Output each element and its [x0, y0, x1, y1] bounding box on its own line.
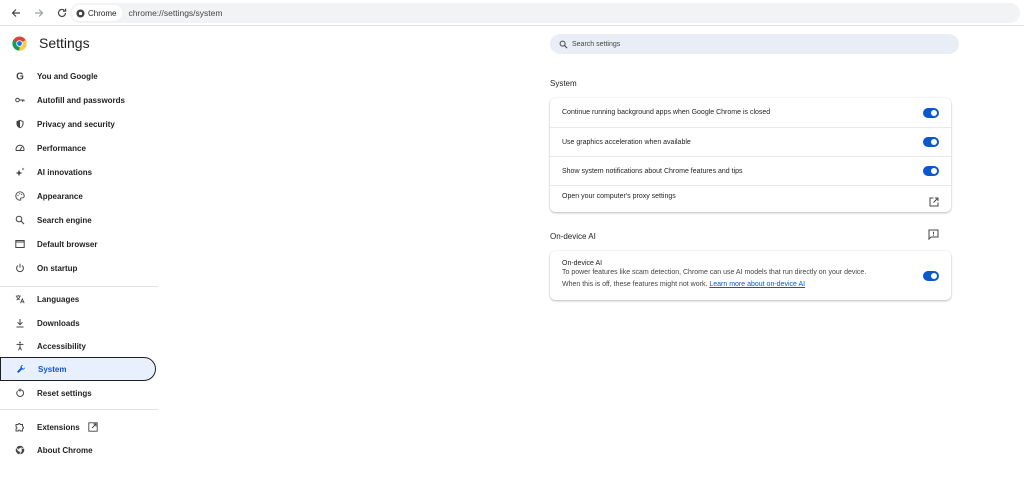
- sidebar-item-autofill[interactable]: Autofill and passwords: [0, 88, 156, 112]
- sidebar-item-languages[interactable]: Languages: [0, 287, 156, 311]
- url-text: chrome://settings/system: [128, 8, 223, 18]
- graphics-acceleration-toggle[interactable]: [923, 137, 939, 147]
- sidebar-item-label: Appearance: [37, 191, 83, 201]
- sidebar-item-accessibility[interactable]: Accessibility: [0, 334, 156, 358]
- sidebar-item-performance[interactable]: Performance: [0, 136, 156, 160]
- description-line-2: When this is off, these features might n…: [562, 281, 708, 288]
- svg-text:G: G: [16, 72, 24, 82]
- address-bar[interactable]: Chrome chrome://settings/system: [70, 3, 1020, 23]
- back-button[interactable]: [5, 2, 27, 24]
- sparkle-icon: [14, 166, 26, 178]
- on-device-ai-toggle[interactable]: [923, 270, 939, 281]
- section-title-on-device-ai: On-device AI: [550, 232, 596, 241]
- sidebar-item-label: Extensions: [37, 422, 80, 432]
- learn-more-link[interactable]: Learn more about on-device AI: [709, 281, 805, 288]
- sidebar-item-label: Reset settings: [37, 388, 92, 398]
- speedometer-icon: [14, 142, 26, 154]
- site-chip-label: Chrome: [88, 8, 117, 18]
- wrench-icon: [15, 363, 27, 375]
- sidebar-item-label: On startup: [37, 263, 78, 273]
- sidebar-item-ai-innovations[interactable]: AI innovations: [0, 160, 156, 184]
- sidebar-item-label: Default browser: [37, 239, 98, 249]
- chrome-logo-icon: [12, 36, 27, 51]
- browser-window-icon: [14, 238, 26, 250]
- sidebar-item-downloads[interactable]: Downloads: [0, 311, 156, 335]
- background-apps-toggle[interactable]: [923, 107, 939, 118]
- on-device-ai-description: To power features like scam detection, C…: [562, 267, 901, 291]
- sidebar-item-search-engine[interactable]: Search engine: [0, 208, 156, 232]
- sidebar-item-label: Languages: [37, 294, 80, 304]
- palette-icon: [14, 190, 26, 202]
- setting-label: Continue running background apps when Go…: [562, 109, 771, 116]
- back-arrow-icon: [11, 8, 20, 17]
- sidebar-item-label: You and Google: [37, 71, 98, 81]
- sidebar-item-about-chrome[interactable]: About Chrome: [0, 438, 156, 462]
- section-title-system: System: [550, 79, 577, 88]
- system-notifications-toggle[interactable]: [923, 166, 939, 176]
- on-device-ai-card: On-device AI To power features like scam…: [550, 251, 951, 300]
- google-g-icon: G: [14, 70, 26, 82]
- sidebar-item-label: Privacy and security: [37, 119, 115, 129]
- puzzle-icon: [14, 421, 26, 433]
- forward-arrow-icon: [35, 8, 44, 17]
- search-placeholder: Search settings: [572, 40, 621, 48]
- key-icon: [14, 94, 26, 106]
- sidebar-item-privacy[interactable]: Privacy and security: [0, 112, 156, 136]
- accessibility-icon: [14, 340, 26, 352]
- sidebar-item-label: Search engine: [37, 215, 92, 225]
- setting-row-on-device-ai[interactable]: On-device AI To power features like scam…: [550, 251, 951, 300]
- search-icon: [14, 214, 26, 226]
- sidebar-item-on-startup[interactable]: On startup: [0, 256, 156, 280]
- site-chip[interactable]: Chrome: [72, 5, 123, 21]
- sidebar-item-label: Accessibility: [37, 341, 86, 351]
- sidebar-item-reset-settings[interactable]: Reset settings: [0, 381, 156, 405]
- setting-row-graphics-acceleration[interactable]: Use graphics acceleration when available: [550, 127, 951, 156]
- sidebar-item-label: Autofill and passwords: [37, 95, 126, 105]
- setting-label: Open your computer's proxy settings: [562, 193, 676, 200]
- open-in-new-icon[interactable]: [929, 197, 939, 207]
- description-line-1: To power features like scam detection, C…: [562, 269, 867, 276]
- open-in-new-icon: [88, 422, 98, 432]
- sidebar-item-label: System: [38, 364, 67, 374]
- shield-icon: [14, 118, 26, 130]
- sidebar-item-appearance[interactable]: Appearance: [0, 184, 156, 208]
- power-icon: [14, 262, 26, 274]
- sidebar-item-label: About Chrome: [37, 445, 93, 455]
- chrome-icon: [14, 444, 26, 456]
- feedback-icon[interactable]: [928, 229, 939, 240]
- sidebar-item-label: Downloads: [37, 318, 80, 328]
- setting-row-background-apps[interactable]: Continue running background apps when Go…: [550, 98, 951, 127]
- setting-row-system-notifications[interactable]: Show system notifications about Chrome f…: [550, 156, 951, 185]
- setting-label: Use graphics acceleration when available: [562, 138, 691, 146]
- sidebar-item-system[interactable]: System: [0, 357, 156, 381]
- search-icon: [559, 40, 568, 48]
- setting-label: Show system notifications about Chrome f…: [562, 167, 743, 175]
- reset-icon: [14, 387, 26, 399]
- sidebar-divider: [0, 409, 158, 410]
- chrome-icon: [76, 8, 85, 18]
- browser-toolbar: Chrome chrome://settings/system: [0, 0, 1024, 26]
- on-device-ai-title: On-device AI: [562, 260, 603, 267]
- sidebar-item-default-browser[interactable]: Default browser: [0, 232, 156, 256]
- translate-icon: [14, 293, 26, 305]
- page-title: Settings: [39, 35, 90, 51]
- setting-row-proxy-settings[interactable]: Open your computer's proxy settings: [550, 185, 951, 212]
- sidebar-item-extensions[interactable]: Extensions: [0, 415, 156, 439]
- sidebar-item-you-and-google[interactable]: G You and Google: [0, 64, 156, 88]
- forward-button[interactable]: [28, 2, 50, 24]
- system-card: Continue running background apps when Go…: [550, 98, 951, 212]
- sidebar-item-label: Performance: [37, 143, 86, 153]
- search-settings-input[interactable]: Search settings: [550, 34, 959, 54]
- download-icon: [14, 317, 26, 329]
- sidebar-item-label: AI innovations: [37, 167, 93, 177]
- reload-icon: [57, 8, 67, 17]
